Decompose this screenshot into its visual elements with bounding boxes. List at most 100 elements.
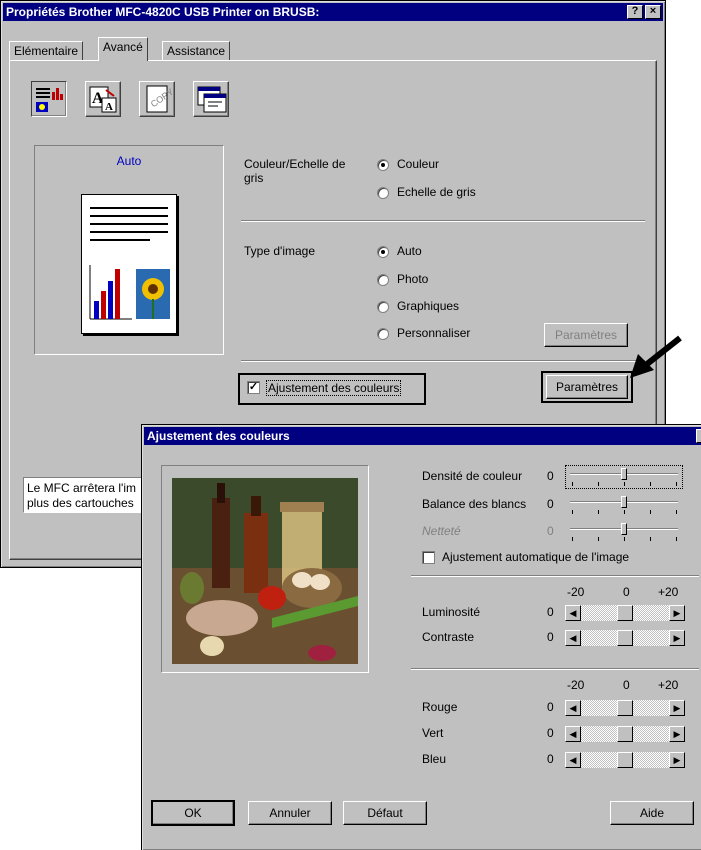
radio-photo[interactable] bbox=[377, 274, 389, 286]
scroll-right-arrow-icon[interactable]: ▶ bbox=[669, 752, 685, 768]
luminosite-scrollbar[interactable]: ◀ ▶ bbox=[565, 605, 685, 621]
help-title-button[interactable]: ? bbox=[627, 5, 643, 19]
tick bbox=[598, 537, 599, 541]
radio-graphiques-label[interactable]: Graphiques bbox=[397, 299, 459, 313]
bleu-value: 0 bbox=[547, 752, 554, 766]
sharpness-value: 0 bbox=[547, 524, 554, 538]
close-icon[interactable]: × bbox=[696, 429, 701, 443]
radio-personnaliser-label[interactable]: Personnaliser bbox=[397, 326, 470, 340]
rouge-scrollbar[interactable]: ◀ ▶ bbox=[565, 700, 685, 716]
tick bbox=[624, 510, 625, 514]
tab-elementaire[interactable]: Elémentaire bbox=[9, 41, 84, 61]
help-button[interactable]: Aide bbox=[610, 801, 694, 825]
scroll-thumb[interactable] bbox=[617, 726, 633, 742]
radio-auto[interactable] bbox=[377, 246, 389, 258]
scroll-thumb[interactable] bbox=[617, 605, 633, 621]
tick bbox=[676, 482, 677, 486]
color-density-slider[interactable] bbox=[621, 468, 627, 480]
white-balance-slider[interactable] bbox=[621, 496, 627, 508]
white-balance-value: 0 bbox=[547, 497, 554, 511]
dialog-title: Ajustement des couleurs bbox=[147, 429, 290, 443]
pointer-arrow-icon bbox=[630, 335, 682, 378]
scroll-thumb[interactable] bbox=[617, 630, 633, 646]
radio-echelle-de-gris[interactable] bbox=[377, 187, 389, 199]
contraste-value: 0 bbox=[547, 630, 554, 644]
scale-mid-label: 0 bbox=[623, 585, 630, 599]
radio-personnaliser[interactable] bbox=[377, 328, 389, 340]
scale-max-label: +20 bbox=[658, 678, 679, 692]
color-adjust-params-button[interactable]: Paramètres bbox=[546, 375, 628, 399]
bleu-label: Bleu bbox=[422, 752, 447, 766]
info-text-line1: Le MFC arrêtera l'im bbox=[27, 481, 136, 495]
scroll-left-arrow-icon[interactable]: ◀ bbox=[565, 605, 581, 621]
dialog-title-bar: Ajustement des couleurs × bbox=[144, 427, 701, 445]
auto-adjust-label[interactable]: Ajustement automatique de l'image bbox=[442, 550, 629, 564]
tick bbox=[598, 482, 599, 486]
tick bbox=[650, 482, 651, 486]
color-adjust-checkbox[interactable]: ✓ bbox=[247, 381, 260, 394]
scroll-right-arrow-icon[interactable]: ▶ bbox=[669, 726, 685, 742]
auto-adjust-checkbox[interactable] bbox=[422, 551, 435, 564]
device-options-icon-button[interactable] bbox=[193, 81, 229, 117]
tab-assistance[interactable]: Assistance bbox=[162, 41, 231, 61]
close-icon[interactable]: × bbox=[645, 5, 661, 19]
color-group-label: Couleur/Echelle de gris bbox=[244, 157, 346, 185]
separator bbox=[241, 220, 645, 222]
color-adjust-label[interactable]: Ajustement des couleurs bbox=[266, 380, 402, 396]
radio-photo-label[interactable]: Photo bbox=[397, 272, 428, 286]
bleu-scrollbar[interactable]: ◀ ▶ bbox=[565, 752, 685, 768]
copy-watermark-icon-button[interactable]: COPY bbox=[139, 81, 175, 117]
rouge-value: 0 bbox=[547, 700, 554, 714]
scroll-left-arrow-icon[interactable]: ◀ bbox=[565, 752, 581, 768]
contraste-label: Contraste bbox=[422, 630, 475, 644]
vert-value: 0 bbox=[547, 726, 554, 740]
info-text-box: Le MFC arrêtera l'im plus des cartouches bbox=[23, 477, 153, 513]
scroll-left-arrow-icon[interactable]: ◀ bbox=[565, 630, 581, 646]
text-scaling-icon-button[interactable]: A A bbox=[85, 81, 121, 117]
color-density-label: Densité de couleur bbox=[422, 469, 523, 483]
main-window-title: Propriétés Brother MFC-4820C USB Printer… bbox=[6, 5, 320, 19]
scroll-right-arrow-icon[interactable]: ▶ bbox=[669, 700, 685, 716]
page-preview bbox=[81, 194, 177, 334]
default-button[interactable]: Défaut bbox=[343, 801, 427, 825]
radio-graphiques[interactable] bbox=[377, 301, 389, 313]
vert-scrollbar[interactable]: ◀ ▶ bbox=[565, 726, 685, 742]
color-density-value: 0 bbox=[547, 469, 554, 483]
tick bbox=[624, 482, 625, 486]
sample-document-image bbox=[89, 207, 170, 320]
tick bbox=[650, 510, 651, 514]
radio-auto-label[interactable]: Auto bbox=[397, 244, 422, 258]
tick bbox=[624, 537, 625, 541]
color-settings-icon-button[interactable] bbox=[31, 81, 67, 117]
tick bbox=[572, 482, 573, 486]
still-life-photo bbox=[172, 478, 358, 664]
scroll-right-arrow-icon[interactable]: ▶ bbox=[669, 630, 685, 646]
ok-button[interactable]: OK bbox=[151, 800, 235, 826]
radio-echelle-label[interactable]: Echelle de gris bbox=[397, 185, 476, 199]
tick bbox=[676, 537, 677, 541]
rouge-label: Rouge bbox=[422, 700, 458, 714]
scroll-left-arrow-icon[interactable]: ◀ bbox=[565, 726, 581, 742]
image-type-label: Type d'image bbox=[244, 244, 315, 258]
luminosite-label: Luminosité bbox=[422, 605, 481, 619]
svg-text:A: A bbox=[105, 101, 113, 113]
contraste-scrollbar[interactable]: ◀ ▶ bbox=[565, 630, 685, 646]
main-title-bar: Propriétés Brother MFC-4820C USB Printer… bbox=[3, 3, 663, 21]
sharpness-label: Netteté bbox=[422, 524, 461, 538]
tab-avance[interactable]: Avancé bbox=[98, 37, 148, 61]
tick bbox=[650, 537, 651, 541]
scroll-right-arrow-icon[interactable]: ▶ bbox=[669, 605, 685, 621]
scroll-thumb[interactable] bbox=[617, 700, 633, 716]
luminosite-value: 0 bbox=[547, 605, 554, 619]
radio-couleur-label[interactable]: Couleur bbox=[397, 157, 439, 171]
scroll-left-arrow-icon[interactable]: ◀ bbox=[565, 700, 581, 716]
custom-params-button: Paramètres bbox=[544, 323, 628, 347]
color-settings-icon bbox=[36, 88, 63, 112]
separator bbox=[241, 360, 645, 362]
scroll-thumb[interactable] bbox=[617, 752, 633, 768]
info-text-line2: plus des cartouches bbox=[27, 496, 134, 510]
radio-couleur[interactable] bbox=[377, 159, 389, 171]
tick bbox=[572, 510, 573, 514]
cancel-button[interactable]: Annuler bbox=[248, 801, 332, 825]
scale-min-label: -20 bbox=[567, 678, 585, 692]
